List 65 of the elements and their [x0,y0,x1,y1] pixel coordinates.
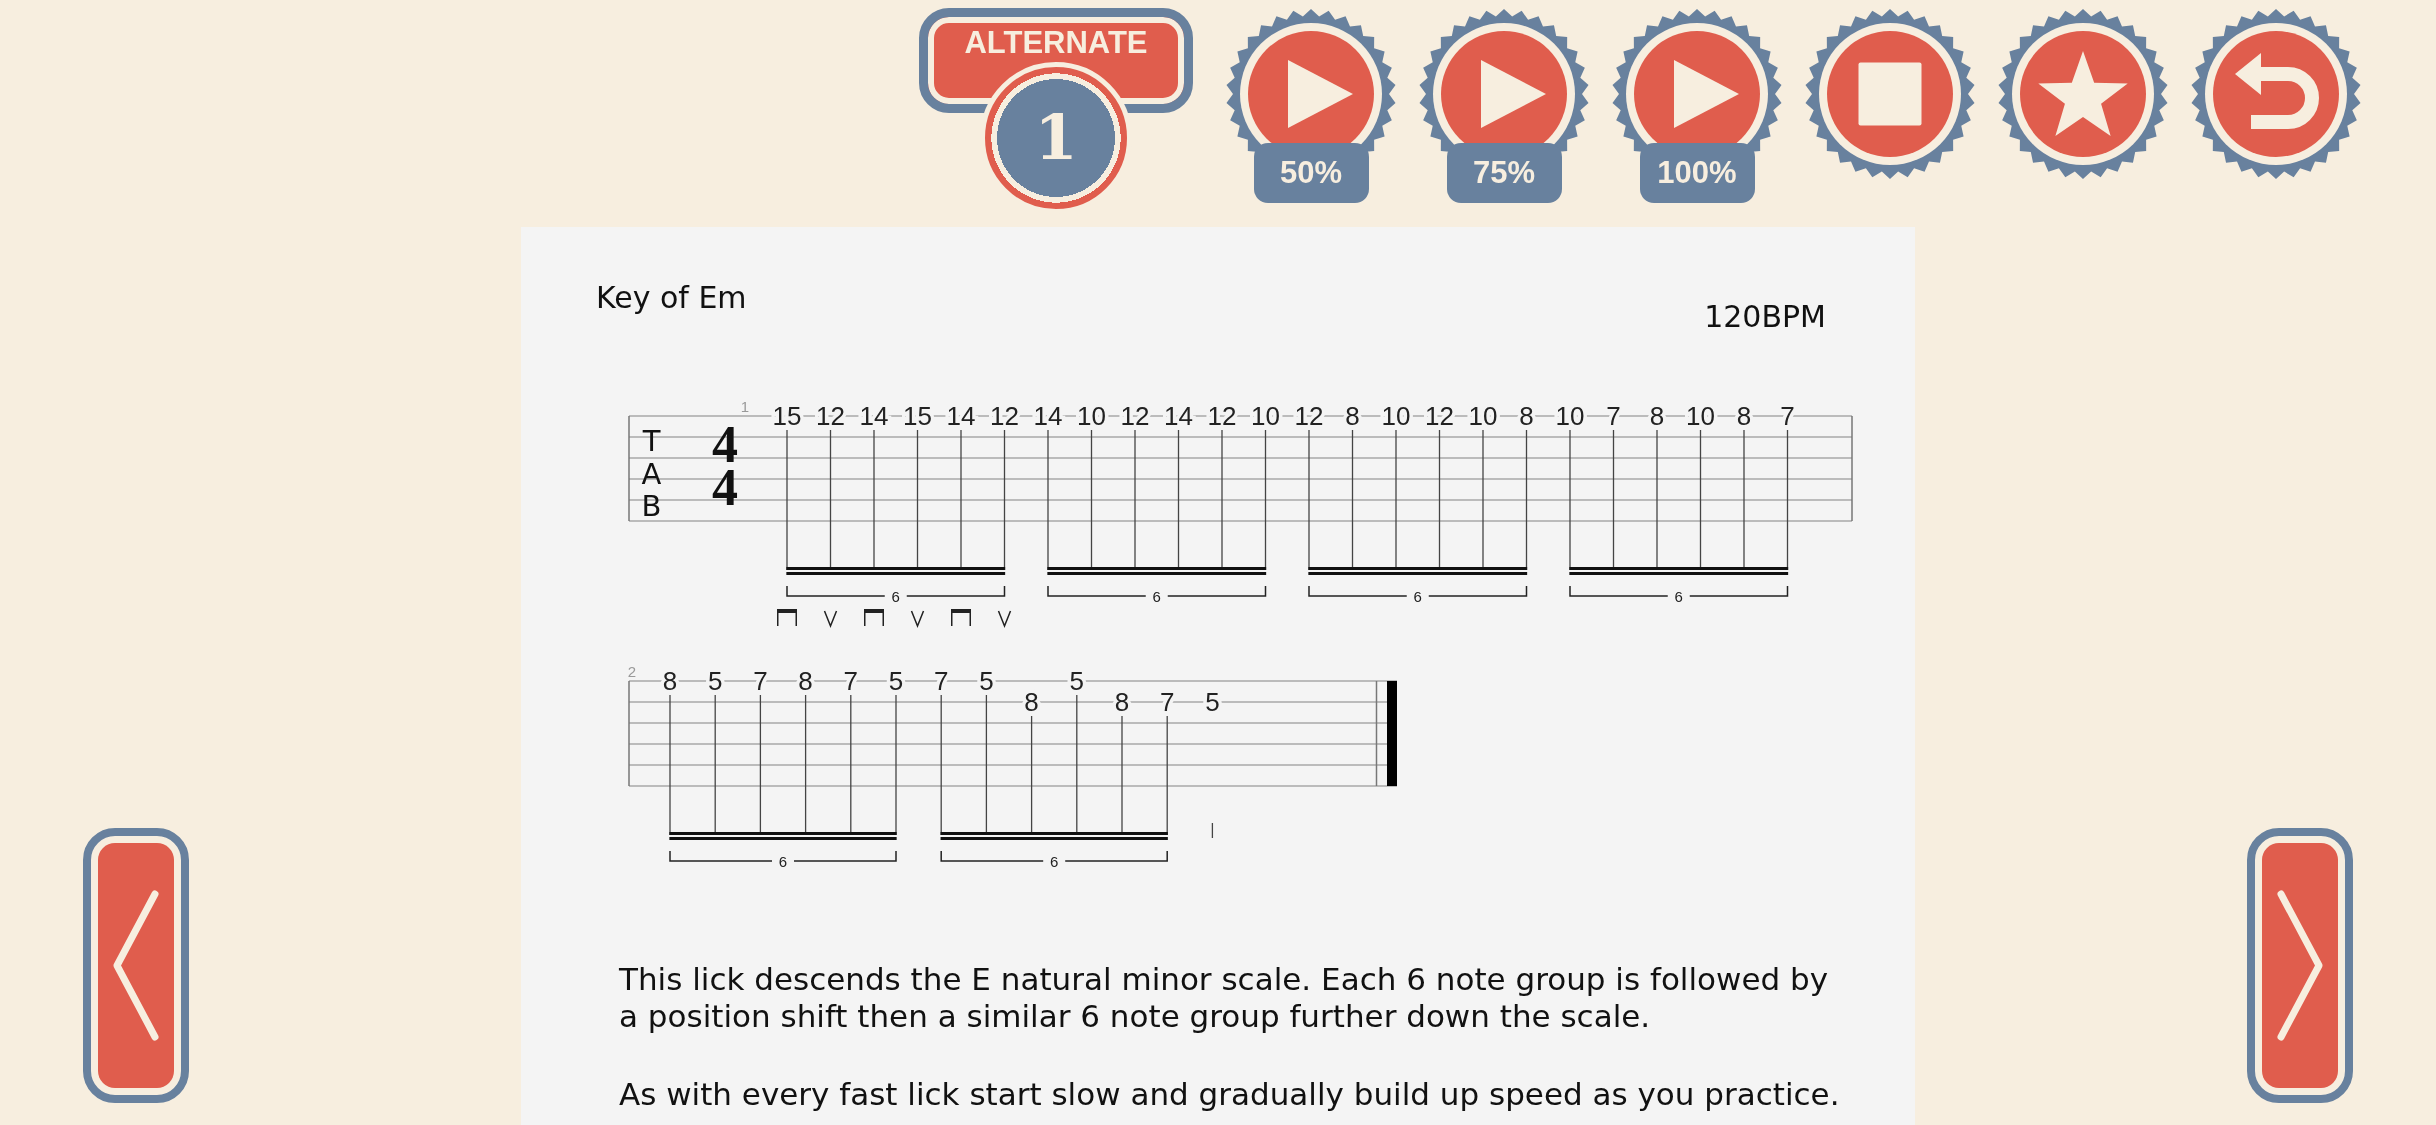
fret-number: 8 [1024,687,1039,717]
tuplet-number: 6 [1674,587,1683,605]
fret-number: 12 [1120,401,1150,431]
play-button[interactable]: 50% [1226,9,1396,203]
fret-number: 14 [946,401,976,431]
fret-number: 5 [979,666,994,696]
description-text: This lick descends the E natural minor scale. Each 6 note group is followed by a position shift then a similar 6 note group further down the scale. [619,961,1829,1035]
fret-number: 14 [1164,401,1193,431]
next-button[interactable] [2247,828,2353,1103]
favorite-button[interactable] [1998,9,2168,179]
tuplet-number: 6 [778,852,788,870]
undo-button[interactable] [2191,9,2361,179]
fret-number: 8 [1649,401,1665,431]
fret-number: 10 [1686,401,1715,431]
fret-number: 12 [816,401,845,431]
fret-number: 5 [1205,687,1220,717]
tuplet-number: 6 [1050,852,1059,870]
key-label: Key of Em [596,280,747,316]
fret-number: 15 [772,401,802,431]
stop-icon [1805,9,1975,179]
tuplet-number: 6 [1413,587,1422,605]
fret-number: 14 [859,401,889,431]
fret-number: 8 [662,666,678,696]
fret-number: 10 [1077,401,1106,431]
fret-number: 7 [933,666,949,696]
fret-number: 5 [707,666,723,696]
tab-clef: TAB [640,425,663,523]
previous-button[interactable] [83,828,189,1103]
fret-number: 10 [1468,401,1498,431]
tempo-label: 120BPM [1704,299,1826,335]
description-text: As with every fast lick start slow and gradually build up speed as you practice. [619,1076,1841,1113]
chevron-right-icon [2277,890,2323,1041]
tuplet-number: 6 [1152,587,1161,605]
fret-number: 5 [1069,666,1085,696]
fret-number: 10 [1381,401,1411,431]
fret-number: 10 [1555,401,1585,431]
fret-number: 8 [1736,401,1752,431]
fret-number: 7 [1159,687,1175,717]
fret-number: 8 [1114,687,1130,717]
note-stem [1211,822,1214,839]
fret-number: 7 [1606,401,1621,431]
fret-number: 12 [1207,401,1237,431]
measure-number: 2 [627,662,637,680]
chevron-left-icon [113,890,159,1041]
fret-number: 7 [1780,401,1795,431]
fret-number: 8 [1519,401,1534,431]
fret-number: 12 [1294,401,1324,431]
fret-number: 15 [903,401,932,431]
play-button[interactable]: 100% [1612,9,1782,203]
tuplet-number: 6 [891,587,900,605]
fret-number: 10 [1251,401,1280,431]
fret-number: 8 [1345,401,1360,431]
fret-number: 14 [1033,401,1063,431]
measure-number: 1 [740,397,750,415]
stop-button[interactable] [1805,9,1975,179]
fret-number: 7 [843,666,859,696]
fret-number: 8 [798,666,813,696]
play-button[interactable]: 75% [1419,9,1589,203]
fret-number: 12 [1425,401,1454,431]
u-turn-arrow-icon [2191,9,2361,179]
time-signature: 4 4 [712,415,738,516]
fret-number: 5 [888,666,904,696]
fret-number: 7 [753,666,768,696]
star-icon [1998,9,2168,179]
fret-number: 12 [990,401,1019,431]
